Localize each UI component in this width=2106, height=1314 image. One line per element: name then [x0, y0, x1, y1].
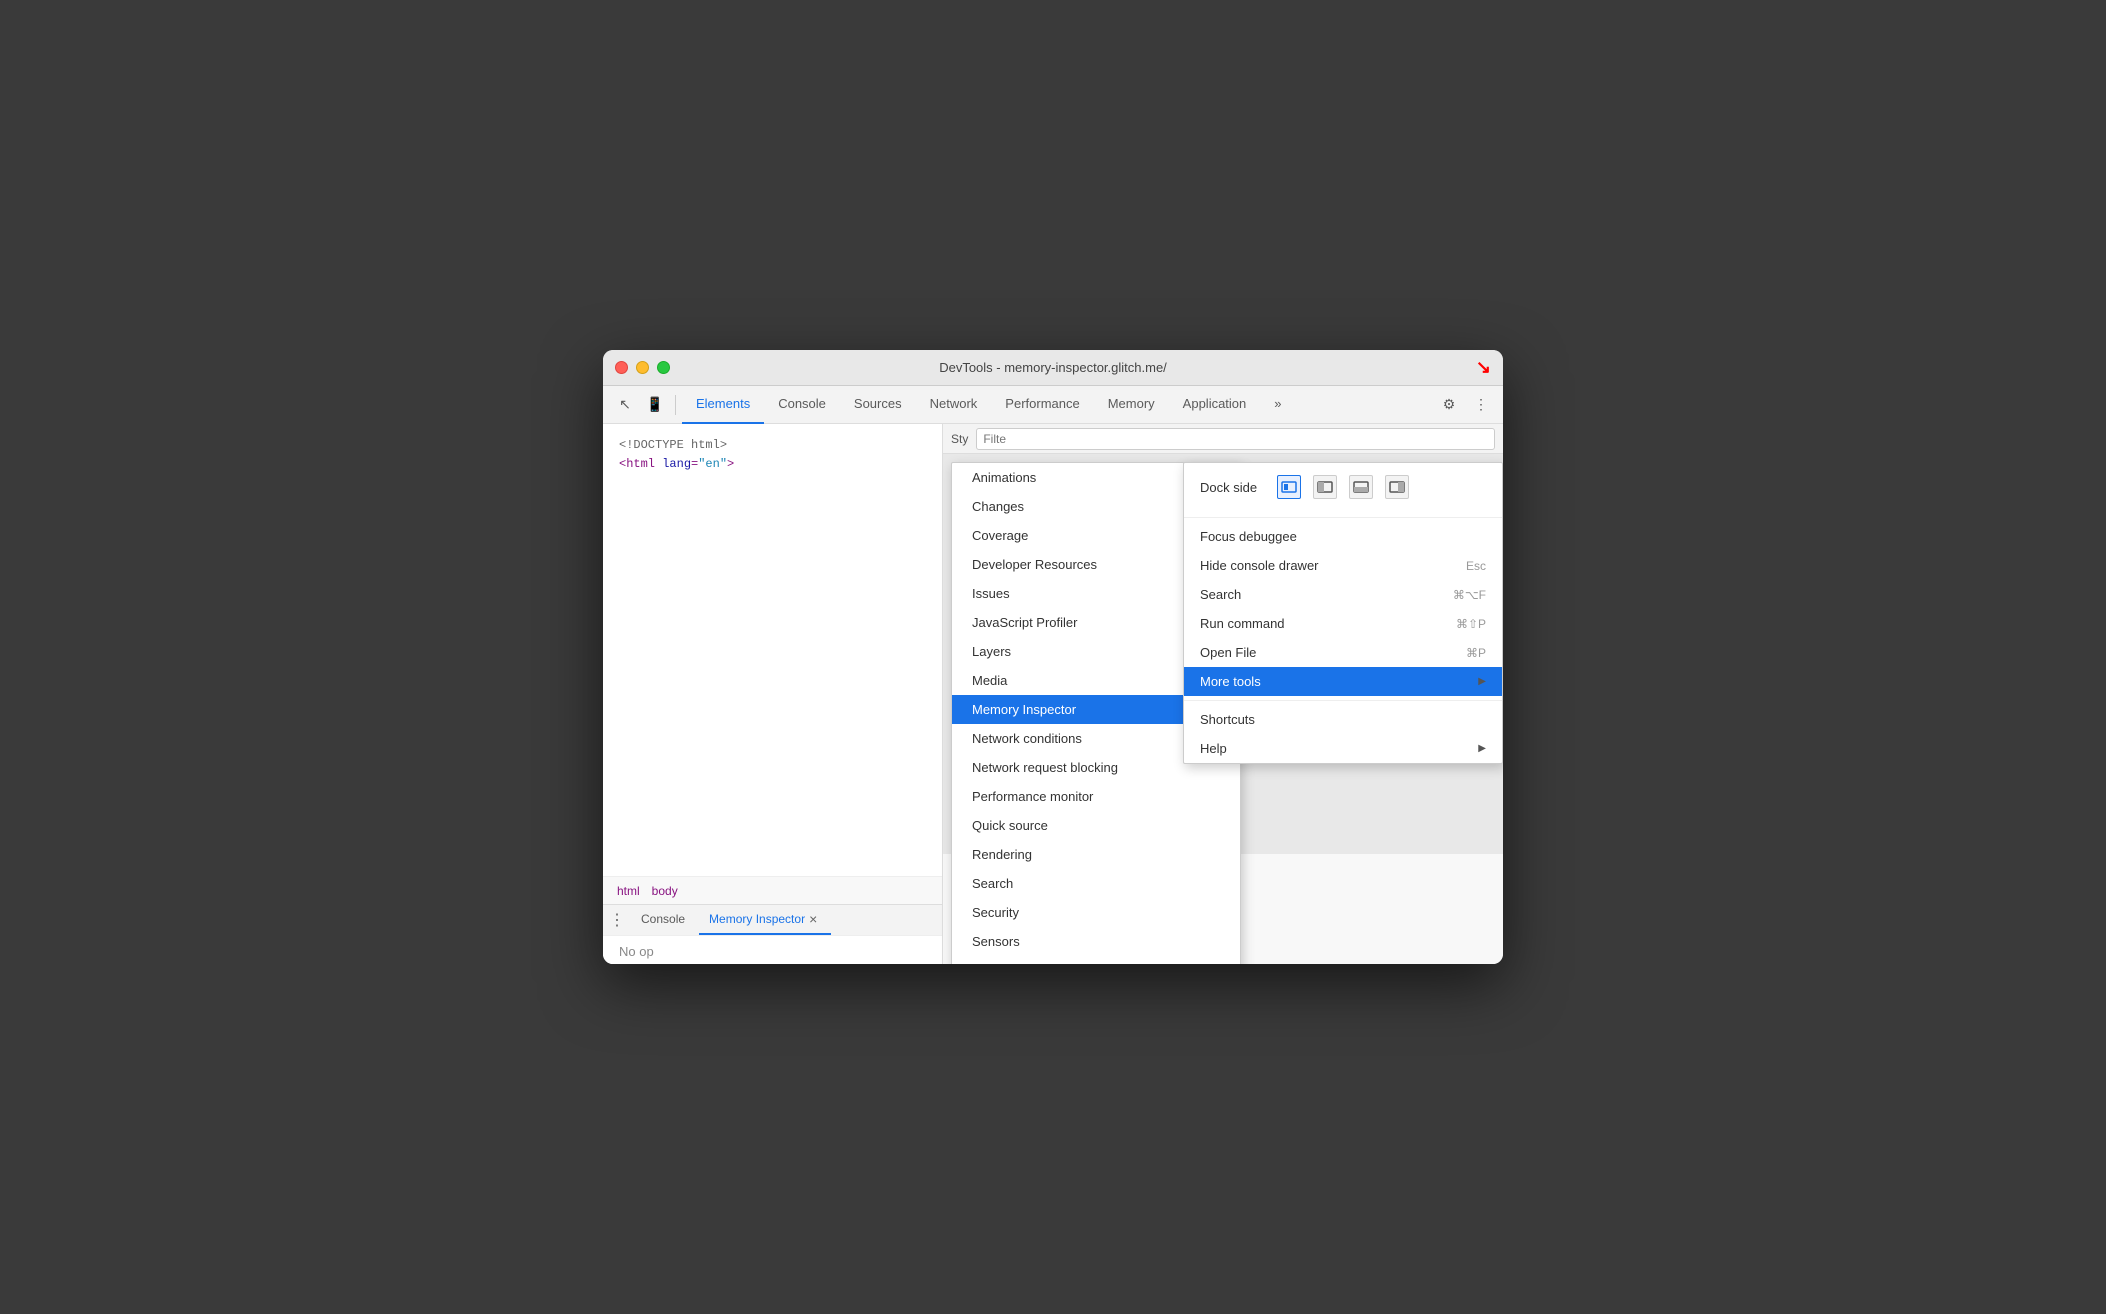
minimize-button[interactable]	[636, 361, 649, 374]
settings-focus-debuggee[interactable]: Focus debuggee	[1184, 522, 1502, 551]
menu-item-webaudio[interactable]: WebAudio	[952, 956, 1240, 964]
settings-search[interactable]: Search ⌘⌥F	[1184, 580, 1502, 609]
styles-header: Sty	[943, 424, 1503, 454]
toolbar-right: ⚙ ⋮	[1435, 391, 1495, 419]
settings-help[interactable]: Help ▶	[1184, 734, 1502, 763]
device-toggle-button[interactable]: 📱	[641, 391, 669, 419]
undock-icon	[1281, 481, 1297, 493]
styles-label: Sty	[951, 432, 968, 446]
settings-run-command[interactable]: Run command ⌘⇧P	[1184, 609, 1502, 638]
menu-item-rendering[interactable]: Rendering	[952, 840, 1240, 869]
no-op-area: No op	[603, 936, 942, 964]
dock-left-button[interactable]	[1313, 475, 1337, 499]
drawer-tab-console[interactable]: Console	[631, 905, 695, 935]
tab-performance[interactable]: Performance	[991, 386, 1093, 424]
tab-sources[interactable]: Sources	[840, 386, 916, 424]
cursor-tool-button[interactable]: ↖	[611, 391, 639, 419]
settings-divider-1	[1184, 517, 1502, 518]
left-panel: <!DOCTYPE html> <html lang="en"> html bo…	[603, 424, 943, 964]
dock-right-button[interactable]	[1385, 475, 1409, 499]
nav-tabs: Elements Console Sources Network Perform…	[682, 386, 1296, 423]
drawer-tab-memory-inspector[interactable]: Memory Inspector ×	[699, 905, 831, 935]
dock-bottom-button[interactable]	[1349, 475, 1373, 499]
console-drawer: ⋮ Console Memory Inspector × No op	[603, 904, 942, 964]
settings-shortcut-2: ⌘⌥F	[1453, 588, 1486, 602]
settings-shortcut-1: Esc	[1466, 559, 1486, 573]
dock-side-label: Dock side	[1200, 480, 1257, 495]
gear-icon: ⚙	[1443, 396, 1456, 413]
dock-side-section: Dock side	[1184, 463, 1502, 513]
tab-console[interactable]: Console	[764, 386, 840, 424]
dock-bottom-icon	[1353, 481, 1369, 493]
settings-shortcuts[interactable]: Shortcuts	[1184, 705, 1502, 734]
more-options-button[interactable]: ⋮	[1467, 391, 1495, 419]
maximize-button[interactable]	[657, 361, 670, 374]
settings-shortcut-3: ⌘⇧P	[1456, 617, 1486, 631]
cursor-icon: ↖	[619, 396, 631, 413]
drawer-more-button[interactable]: ⋮	[607, 910, 627, 930]
drawer-tab-close-button[interactable]: ×	[805, 911, 821, 927]
settings-divider-2	[1184, 700, 1502, 701]
close-button[interactable]	[615, 361, 628, 374]
tab-application[interactable]: Application	[1169, 386, 1261, 424]
redirect-arrow-icon: ↘	[1476, 357, 1491, 378]
title-bar: DevTools - memory-inspector.glitch.me/ ↘	[603, 350, 1503, 386]
menu-item-quick-source[interactable]: Quick source	[952, 811, 1240, 840]
tab-elements[interactable]: Elements	[682, 386, 764, 424]
settings-more-tools[interactable]: More tools ▶	[1184, 667, 1502, 696]
breadcrumb-html[interactable]: html	[611, 882, 646, 900]
html-line-2: <html lang="en">	[619, 455, 926, 474]
devtools-window: DevTools - memory-inspector.glitch.me/ ↘…	[603, 350, 1503, 964]
dock-undock-button[interactable]	[1277, 475, 1301, 499]
breadcrumb: html body	[603, 876, 942, 904]
menu-item-security[interactable]: Security	[952, 898, 1240, 927]
menu-item-performance-monitor[interactable]: Performance monitor	[952, 782, 1240, 811]
breadcrumb-body[interactable]: body	[646, 882, 684, 900]
dock-side-row: Dock side	[1200, 475, 1486, 499]
dock-left-icon	[1317, 481, 1333, 493]
menu-item-search[interactable]: Search	[952, 869, 1240, 898]
html-editor: <!DOCTYPE html> <html lang="en">	[603, 424, 942, 876]
submenu-arrow-icon: ▶	[1478, 676, 1486, 687]
settings-dropdown: Dock side	[1183, 462, 1503, 764]
settings-button[interactable]: ⚙	[1435, 391, 1463, 419]
window-title: DevTools - memory-inspector.glitch.me/	[939, 360, 1167, 375]
tab-memory[interactable]: Memory	[1094, 386, 1169, 424]
devtools-content: <!DOCTYPE html> <html lang="en"> html bo…	[603, 424, 1503, 964]
html-line-1: <!DOCTYPE html>	[619, 436, 926, 455]
toolbar-separator-1	[675, 395, 676, 415]
settings-hide-console-drawer[interactable]: Hide console drawer Esc	[1184, 551, 1502, 580]
devtools-toolbar: ↖ 📱 Elements Console Sources Network Per…	[603, 386, 1503, 424]
traffic-lights	[615, 361, 670, 374]
settings-open-file[interactable]: Open File ⌘P	[1184, 638, 1502, 667]
tab-network[interactable]: Network	[916, 386, 992, 424]
menu-item-sensors[interactable]: Sensors	[952, 927, 1240, 956]
console-drawer-tabs: ⋮ Console Memory Inspector ×	[603, 905, 942, 936]
tab-more[interactable]: »	[1260, 386, 1295, 424]
three-dot-icon: ⋮	[1474, 396, 1488, 413]
dock-right-icon	[1389, 481, 1405, 493]
filter-input[interactable]	[976, 428, 1495, 450]
device-toggle-icon: 📱	[646, 396, 663, 413]
settings-shortcut-4: ⌘P	[1466, 646, 1486, 660]
help-submenu-arrow-icon: ▶	[1478, 743, 1486, 754]
